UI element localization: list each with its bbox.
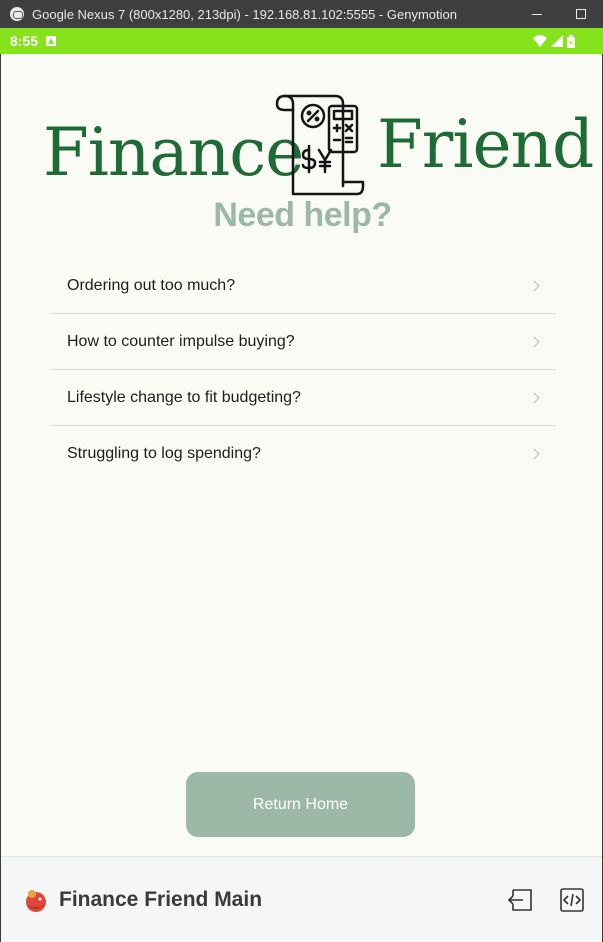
battery-icon	[567, 34, 575, 48]
code-icon	[560, 887, 584, 912]
wifi-icon	[533, 35, 547, 47]
need-help-heading: Need help?	[213, 196, 392, 234]
help-topic-list: Ordering out too much? How to counter im…	[51, 258, 556, 482]
android-status-bar: 8:55	[0, 28, 603, 54]
help-item-label: Ordering out too much?	[67, 276, 236, 294]
chevron-right-icon	[528, 335, 540, 348]
help-item-label: Struggling to log spending?	[67, 445, 261, 462]
code-button[interactable]	[558, 886, 586, 914]
receipt-calculator-icon	[275, 94, 365, 196]
notification-icon	[46, 36, 57, 46]
window-titlebar: Google Nexus 7 (800x1280, 213dpi) - 192.…	[0, 0, 603, 28]
genymotion-icon	[10, 7, 24, 21]
minimize-icon	[532, 13, 542, 15]
maximize-button[interactable]	[559, 0, 603, 28]
app-bottom-bar: Finance Friend Main	[1, 856, 602, 942]
return-home-button[interactable]: Return Home	[186, 772, 415, 837]
chevron-right-icon	[528, 279, 540, 292]
help-item-log-spending[interactable]: Struggling to log spending?	[51, 426, 556, 482]
help-item-label: How to counter impulse buying?	[67, 332, 295, 350]
help-item-impulse-buying[interactable]: How to counter impulse buying?	[51, 314, 556, 370]
app-screen: Finance Friend Need help? Ordering out t…	[1, 54, 602, 856]
help-item-label: Lifestyle change to fit budgeting?	[67, 388, 301, 406]
help-item-ordering-out[interactable]: Ordering out too much?	[51, 258, 556, 314]
help-item-lifestyle-change[interactable]: Lifestyle change to fit budgeting?	[51, 370, 556, 426]
window-title: Google Nexus 7 (800x1280, 213dpi) - 192.…	[32, 6, 457, 22]
exit-button[interactable]	[506, 886, 534, 914]
chevron-right-icon	[528, 448, 540, 460]
app-name: Finance Friend Main	[59, 887, 263, 911]
maximize-icon	[576, 9, 586, 19]
signal-icon	[551, 35, 563, 47]
app-logo: Finance Friend	[41, 90, 594, 210]
app-icon	[26, 889, 46, 912]
logo-word-finance: Finance	[43, 114, 304, 191]
logo-word-friend: Friend	[377, 106, 594, 183]
exit-icon	[507, 888, 532, 911]
status-time: 8:55	[10, 33, 39, 49]
minimize-button[interactable]	[515, 0, 559, 28]
chevron-right-icon	[528, 391, 540, 404]
